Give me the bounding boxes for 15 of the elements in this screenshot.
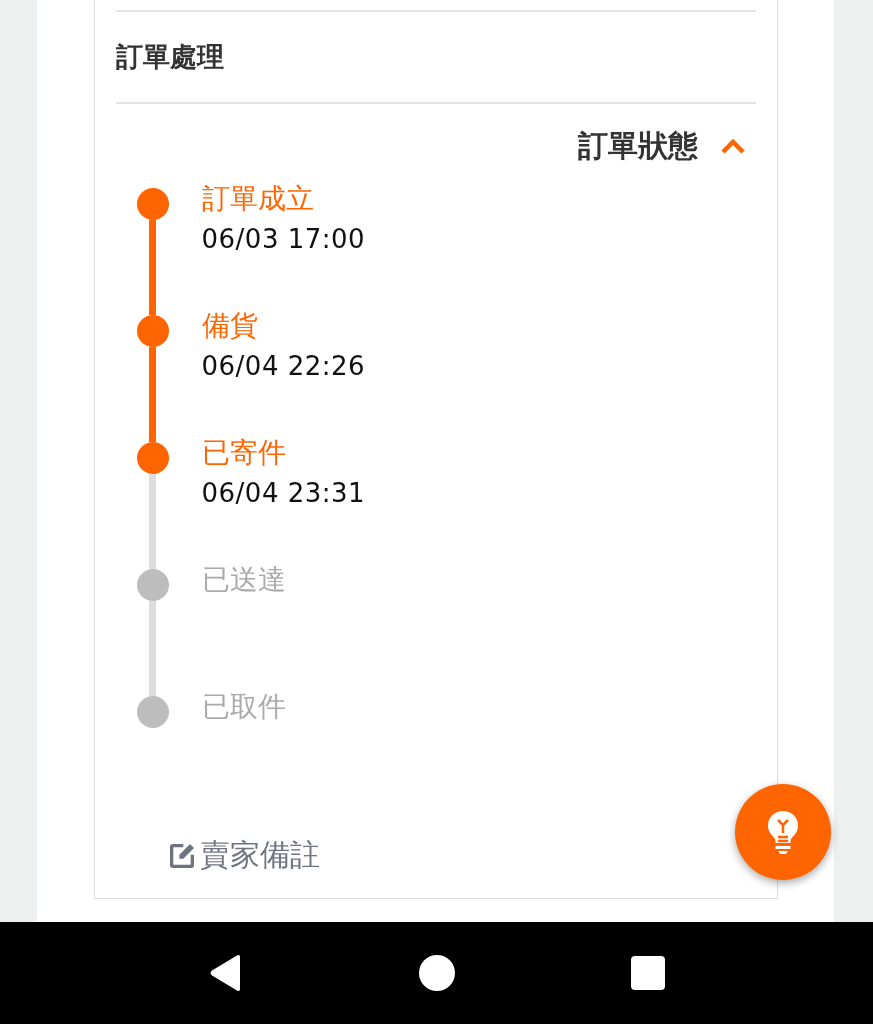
section-title: 訂單處理 (115, 40, 225, 74)
step-time: 06/04 23:31 (201, 478, 367, 508)
chevron-icon[interactable] (719, 138, 746, 154)
recents-button[interactable] (631, 956, 666, 990)
step-label: 已取件 (201, 690, 287, 724)
lightbulb-icon (766, 809, 800, 855)
step-label: 備貨 (201, 309, 259, 343)
status-header: 訂單狀態 (577, 126, 698, 165)
home-button[interactable] (419, 955, 456, 991)
step-time: 06/04 22:26 (201, 351, 367, 381)
step-label: 訂單成立 (201, 182, 315, 216)
step-label: 已送達 (201, 563, 287, 597)
step-label: 已寄件 (201, 436, 287, 470)
step-time: 06/03 17:00 (201, 224, 367, 254)
seller-note-link[interactable]: 賣家備註 (199, 835, 320, 876)
